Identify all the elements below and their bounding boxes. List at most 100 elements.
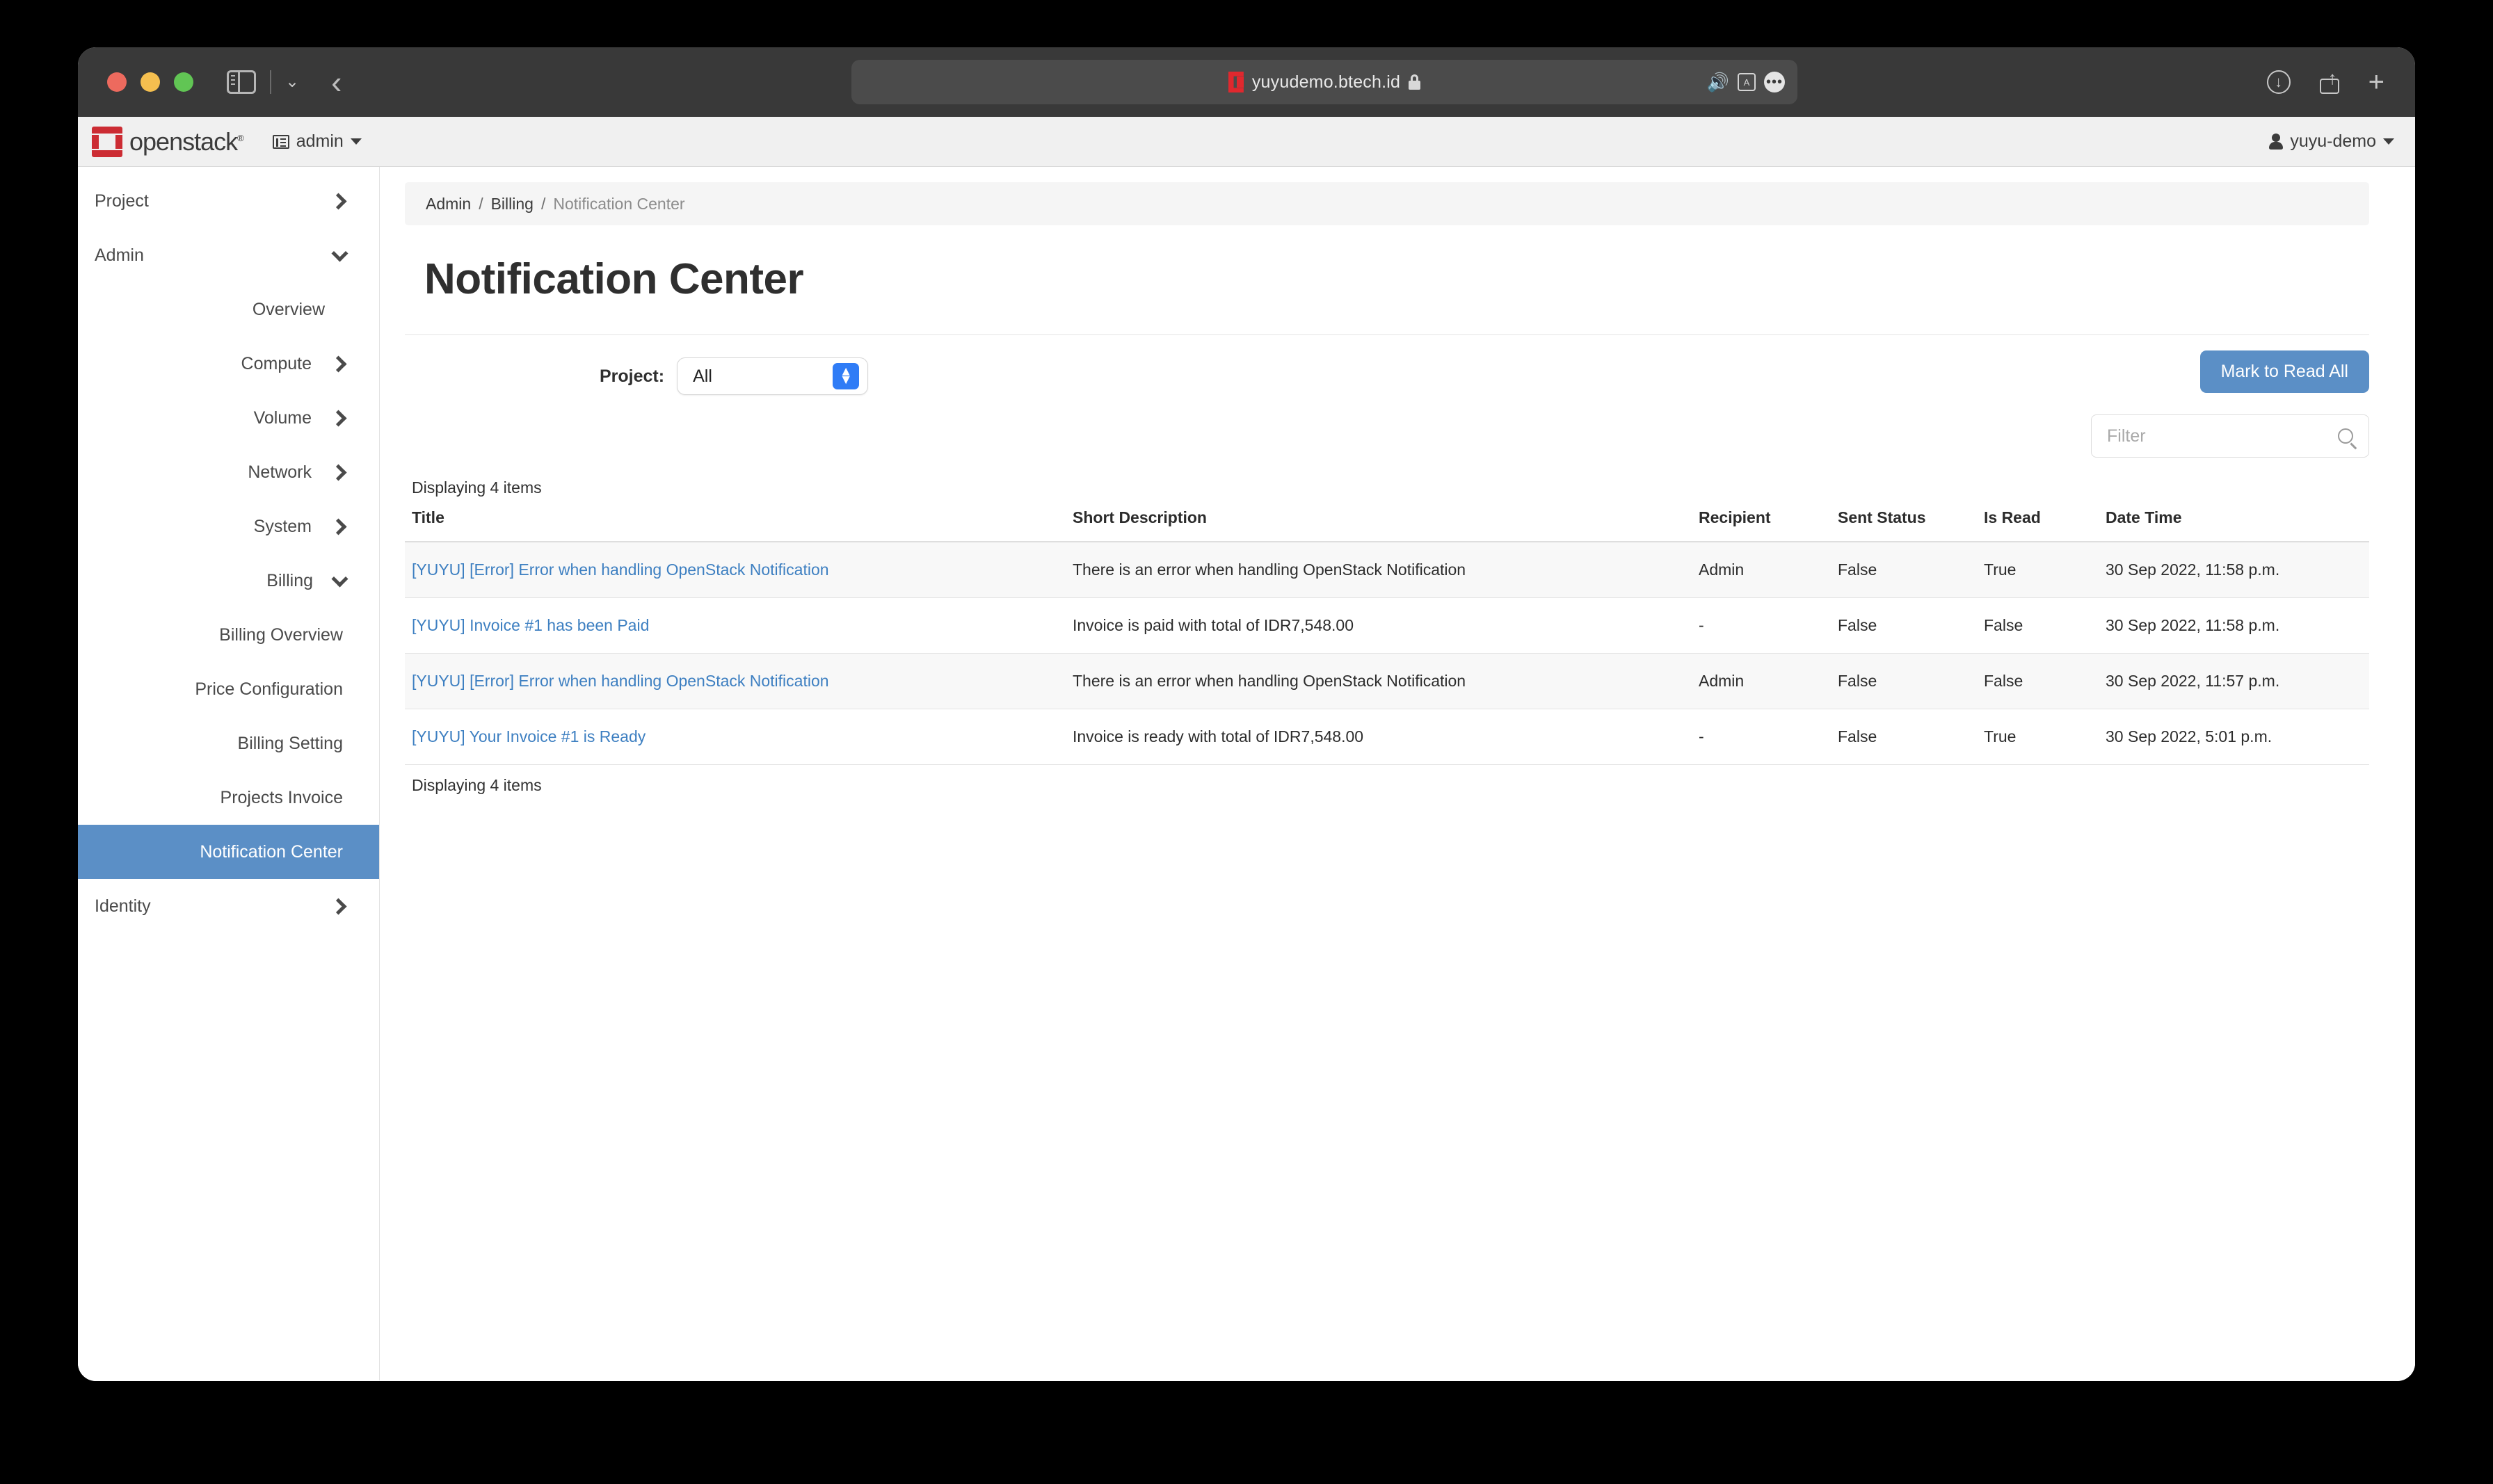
search-icon[interactable] [2338,428,2353,444]
page-title: Notification Center [424,255,804,303]
address-bar-icons: 🔊 A ••• [1707,72,1785,92]
cell-recipient: Admin [1692,542,1831,598]
sidebar-item-identity[interactable]: Identity [78,879,379,933]
cell-sent-status: False [1831,653,1977,709]
back-chevron-icon[interactable]: ‹ [331,66,342,98]
column-header-short-description[interactable]: Short Description [1066,508,1692,542]
registered-mark: ® [237,132,244,143]
cell-description: Invoice is paid with total of IDR7,548.0… [1066,597,1692,654]
items-count-bottom: Displaying 4 items [412,776,542,794]
cell-sent-status: False [1831,542,1977,598]
plus-icon[interactable]: + [2368,68,2384,96]
address-bar[interactable]: yuyudemo.btech.id 🔊 A ••• [851,60,1797,104]
share-icon[interactable]: ↑ [2319,69,2339,94]
breadcrumb-separator: / [540,194,546,213]
chevron-right-icon [330,897,347,915]
column-header-title[interactable]: Title [405,508,1066,542]
table-row: [YUYU] [Error] Error when handling OpenS… [405,653,2369,709]
table-body: [YUYU] [Error] Error when handling OpenS… [405,542,2369,765]
cell-is-read: False [1977,653,2099,709]
column-header-recipient[interactable]: Recipient [1692,508,1831,542]
download-icon[interactable] [2266,70,2291,94]
notifications-table: Title Short Description Recipient Sent Stat… [405,508,2369,765]
sidebar-toggle-icon[interactable] [227,70,256,94]
sidebar-item-volume[interactable]: Volume [78,391,379,445]
table-header-row: Title Short Description Recipient Sent Stat… [405,508,2369,542]
cell-title: [YUYU] [Error] Error when handling OpenS… [405,542,1066,598]
sidebar-item-billing-overview[interactable]: Billing Overview [78,608,379,662]
cell-recipient: - [1692,709,1831,765]
cell-is-read: False [1977,597,2099,654]
sidebar-item-label: Network [248,462,312,482]
project-switcher[interactable]: admin [272,131,362,152]
cell-date-time: 30 Sep 2022, 11:58 p.m. [2099,597,2369,654]
sidebar-item-label: Identity [95,896,151,916]
column-header-is-read[interactable]: Is Read [1977,508,2099,542]
cell-is-read: True [1977,542,2099,598]
maximize-window-button[interactable] [174,72,193,92]
openstack-wordmark: openstack® [129,127,244,156]
project-select[interactable]: All ▲ ▼ [677,357,869,395]
main-content: Admin / Billing / Notification Center Notifi… [380,167,2415,1380]
caret-down-icon [2383,138,2394,145]
cell-title: [YUYU] Your Invoice #1 is Ready [405,709,1066,765]
column-header-date-time[interactable]: Date Time [2099,508,2369,542]
speaker-icon[interactable]: 🔊 [1707,73,1729,91]
more-options-icon[interactable]: ••• [1764,72,1785,92]
project-switcher-label: admin [296,131,344,151]
notification-title-link[interactable]: [YUYU] [Error] Error when handling OpenS… [412,560,829,579]
sidebar-item-projects-invoice[interactable]: Projects Invoice [78,771,379,825]
toolbar-divider [270,70,271,94]
sidebar-item-label: Projects Invoice [220,787,343,807]
sidebar-item-price-configuration[interactable]: Price Configuration [78,662,379,716]
breadcrumb: Admin / Billing / Notification Center [405,182,2369,225]
sidebar-toggle-lines [231,75,235,88]
openstack-logo[interactable]: openstack® [92,126,244,157]
chevron-right-icon [330,409,347,427]
filter-input[interactable] [2107,426,2338,446]
cell-recipient: - [1692,597,1831,654]
cell-sent-status: False [1831,709,1977,765]
sidebar-item-label: System [253,516,312,536]
sidebar-item-label: Billing Setting [237,733,343,753]
chevron-right-icon [330,355,347,373]
mark-to-read-all-button[interactable]: Mark to Read All [2199,350,2369,393]
notification-title-link[interactable]: [YUYU] [Error] Error when handling OpenS… [412,672,829,690]
breadcrumb-item-billing[interactable]: Billing [491,195,534,213]
sidebar-item-admin[interactable]: Admin [78,228,379,282]
site-favicon [1228,72,1244,92]
sidebar-item-billing[interactable]: Billing [78,554,379,608]
table-row: [YUYU] Your Invoice #1 is Ready Invoice i… [405,709,2369,765]
sidebar-item-billing-setting[interactable]: Billing Setting [78,716,379,771]
chevron-right-icon [330,517,347,535]
cell-description: There is an error when handling OpenStac… [1066,653,1692,709]
sidebar-item-system[interactable]: System [78,499,379,554]
sidebar-item-overview[interactable]: Overview [78,282,379,337]
chevron-down-icon [331,244,348,262]
notification-title-link[interactable]: [YUYU] Your Invoice #1 is Ready [412,727,646,745]
cell-sent-status: False [1831,597,1977,654]
table-row: [YUYU] [Error] Error when handling OpenS… [405,542,2369,598]
sidebar-navigation: Project Admin Overview Compute Volume Network… [78,167,380,1380]
sidebar-item-label: Notification Center [200,841,343,862]
filter-box[interactable] [2091,414,2369,458]
filter-row [405,414,2369,458]
sidebar-item-notification-center[interactable]: Notification Center [78,825,379,879]
window-traffic-lights [107,72,193,92]
breadcrumb-item-admin[interactable]: Admin [426,195,471,213]
column-header-sent-status[interactable]: Sent Status [1831,508,1977,542]
notification-title-link[interactable]: [YUYU] Invoice #1 has been Paid [412,616,649,634]
content-toolbar: Project: All ▲ ▼ Mark to Read All [405,334,2369,395]
close-window-button[interactable] [107,72,127,92]
sidebar-item-project[interactable]: Project [78,174,379,228]
sidebar-item-compute[interactable]: Compute [78,337,379,391]
translate-icon[interactable]: A [1738,73,1756,91]
user-menu[interactable]: yuyu-demo [2269,131,2394,152]
page-content: openstack® admin yuyu-demo Project Admin O… [78,117,2415,1381]
list-icon [272,134,289,149]
minimize-window-button[interactable] [141,72,160,92]
chevron-down-icon[interactable]: ⌄ [285,74,299,90]
sidebar-item-network[interactable]: Network [78,445,379,499]
project-select-value: All [693,366,712,386]
cell-description: Invoice is ready with total of IDR7,548.… [1066,709,1692,765]
